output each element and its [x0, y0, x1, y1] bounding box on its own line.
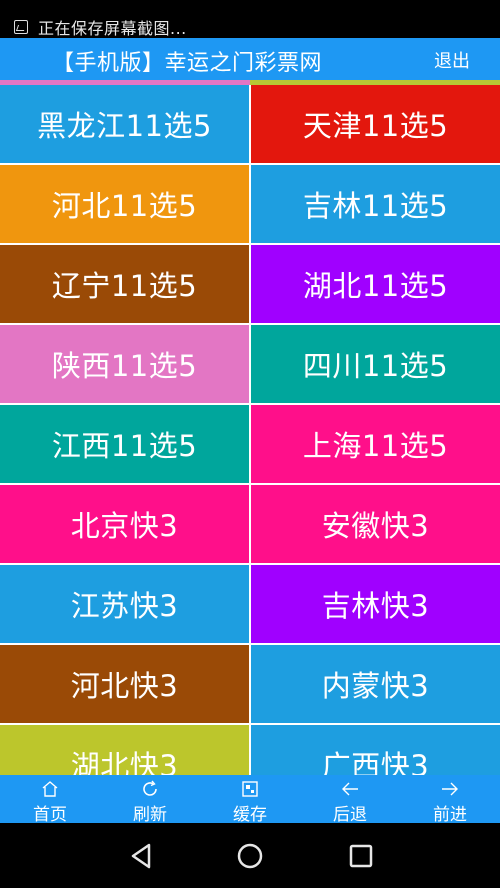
lottery-tile-label: 江西11选5: [51, 429, 198, 463]
back-arrow-icon: [340, 779, 360, 799]
back-triangle-icon[interactable]: [123, 838, 159, 874]
lottery-grid: 黑龙江11选5 天津11选5 河北11选5 吉林11选5 辽宁11选5 湖北11选5 陕西1…: [0, 85, 500, 775]
lottery-tile-label: 内蒙快3: [321, 669, 430, 703]
lottery-tile-label: 上海11选5: [302, 429, 449, 463]
nav-item-cache[interactable]: 缓存: [200, 775, 300, 825]
lottery-tile-label: 江苏快3: [70, 589, 179, 623]
nav-item-home[interactable]: 首页: [0, 775, 100, 825]
nav-item-label: 后退: [333, 805, 367, 825]
nav-item-back-arrow[interactable]: 后退: [300, 775, 400, 825]
recents-square-icon[interactable]: [343, 838, 379, 874]
app-header: 【手机版】幸运之门彩票网 退出: [0, 38, 500, 80]
forward-arrow-icon: [440, 779, 460, 799]
notification: 正在保存屏幕截图...: [14, 15, 187, 39]
refresh-icon: [140, 779, 160, 799]
lottery-tile[interactable]: 陕西11选5: [0, 325, 249, 403]
lottery-tile-label: 广西快3: [321, 749, 430, 775]
lottery-tile[interactable]: 黑龙江11选5: [0, 85, 249, 163]
lottery-tile[interactable]: 北京快3: [0, 485, 249, 563]
bottom-nav: 首页 刷新 缓存 后退 前进: [0, 775, 500, 825]
lottery-tile[interactable]: 吉林快3: [251, 565, 500, 643]
nav-item-label: 刷新: [133, 805, 167, 825]
lottery-tile[interactable]: 湖北11选5: [251, 245, 500, 323]
lottery-tile-label: 湖北快3: [70, 749, 179, 775]
lottery-tile[interactable]: 江西11选5: [0, 405, 249, 483]
home-circle-icon[interactable]: [232, 838, 268, 874]
logout-button[interactable]: 退出: [434, 47, 470, 73]
page-title: 【手机版】幸运之门彩票网: [52, 51, 323, 76]
nav-item-refresh[interactable]: 刷新: [100, 775, 200, 825]
lottery-tile-label: 四川11选5: [302, 349, 449, 383]
lottery-tile[interactable]: 内蒙快3: [251, 645, 500, 723]
lottery-tile[interactable]: 上海11选5: [251, 405, 500, 483]
lottery-tile-label: 河北快3: [70, 669, 179, 703]
lottery-tile-label: 湖北11选5: [302, 269, 449, 303]
lottery-tile[interactable]: 四川11选5: [251, 325, 500, 403]
status-bar: 正在保存屏幕截图...: [0, 0, 500, 38]
lottery-tile[interactable]: 河北快3: [0, 645, 249, 723]
cache-icon: [240, 779, 260, 799]
lottery-tile[interactable]: 吉林11选5: [251, 165, 500, 243]
lottery-tile-label: 河北11选5: [51, 189, 198, 223]
nav-item-label: 首页: [33, 805, 67, 825]
lottery-tile-label: 黑龙江11选5: [37, 109, 212, 143]
lottery-tile[interactable]: 辽宁11选5: [0, 245, 249, 323]
lottery-tile[interactable]: 天津11选5: [251, 85, 500, 163]
lottery-tile-label: 吉林11选5: [302, 189, 449, 223]
lottery-tile-label: 天津11选5: [302, 109, 449, 143]
nav-item-forward-arrow[interactable]: 前进: [400, 775, 500, 825]
lottery-tile-label: 辽宁11选5: [51, 269, 198, 303]
nav-item-label: 缓存: [233, 805, 267, 825]
lottery-tile-label: 安徽快3: [321, 509, 430, 543]
nav-item-label: 前进: [433, 805, 467, 825]
lottery-tile[interactable]: 安徽快3: [251, 485, 500, 563]
screenshot-icon: [14, 20, 28, 34]
lottery-tile-label: 北京快3: [70, 509, 179, 543]
system-nav-bar: [0, 823, 500, 888]
home-icon: [40, 779, 60, 799]
lottery-tile-label: 吉林快3: [321, 589, 430, 623]
notification-text: 正在保存屏幕截图...: [38, 19, 187, 38]
lottery-tile[interactable]: 江苏快3: [0, 565, 249, 643]
lottery-tile[interactable]: 河北11选5: [0, 165, 249, 243]
lottery-tile[interactable]: 湖北快3: [0, 725, 249, 775]
lottery-tile[interactable]: 广西快3: [251, 725, 500, 775]
lottery-tile-label: 陕西11选5: [51, 349, 198, 383]
